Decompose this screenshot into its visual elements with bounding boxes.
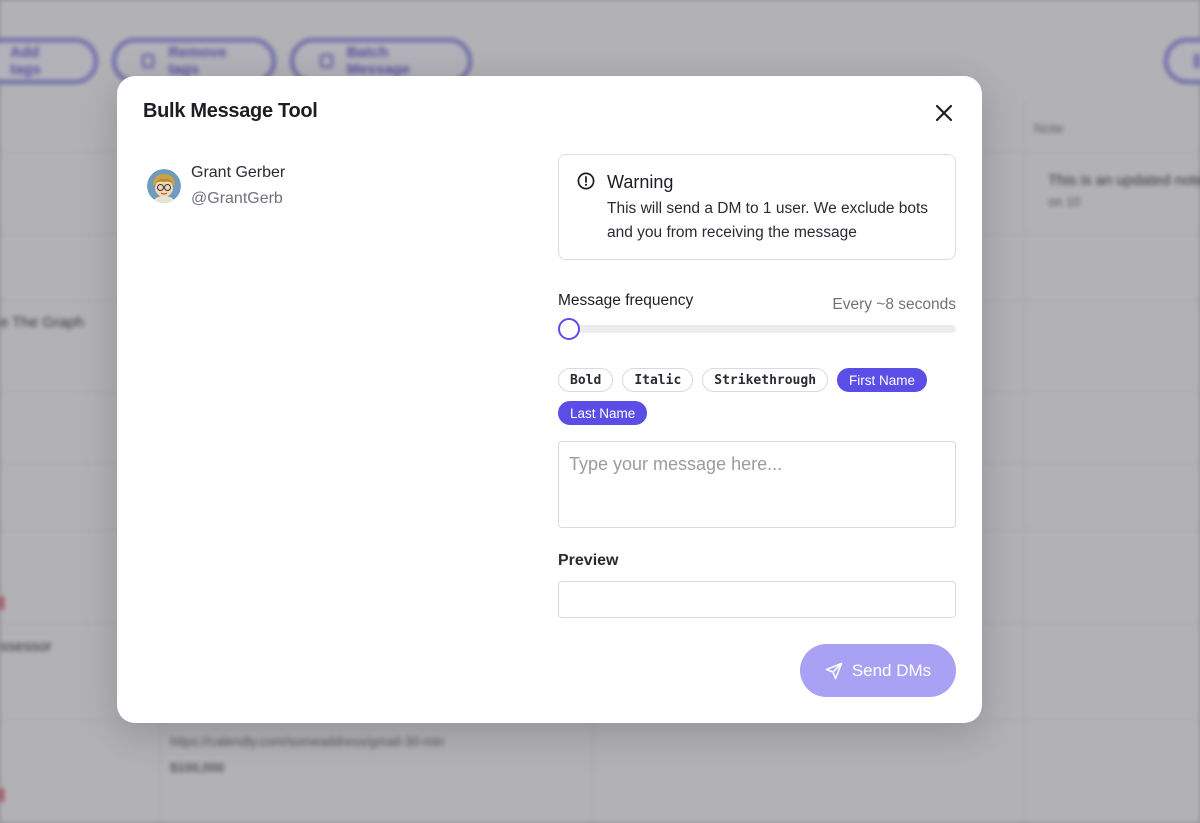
close-button[interactable]	[933, 102, 955, 124]
frequency-value: Every ~8 seconds	[832, 296, 956, 313]
chip-last-name[interactable]: Last Name	[558, 401, 648, 425]
slider-thumb[interactable]	[558, 318, 580, 340]
send-dms-button[interactable]: Send DMs	[800, 644, 956, 697]
chip-bold[interactable]: Bold	[558, 368, 614, 392]
warning-icon	[577, 172, 595, 190]
chip-italic[interactable]: Italic	[622, 368, 694, 392]
user-name: Grant Gerber	[191, 164, 286, 181]
bulk-message-modal: Bulk Message Tool Grant Gerber @GrantGer…	[117, 76, 982, 723]
warning-title: Warning	[607, 172, 674, 192]
warning-body: This will send a DM to 1 user. We exclud…	[607, 200, 929, 241]
formatting-chips: Bold Italic Strikethrough First Name Last Na…	[558, 368, 956, 425]
modal-title: Bulk Message Tool	[143, 100, 318, 122]
chip-strikethrough[interactable]: Strikethrough	[702, 368, 829, 392]
warning-box: Warning This will send a DM to 1 user. W…	[558, 154, 956, 260]
user-handle: @GrantGerb	[191, 190, 283, 207]
send-icon	[825, 662, 843, 680]
frequency-slider[interactable]	[558, 318, 956, 340]
close-icon	[935, 104, 953, 122]
slider-track	[558, 325, 956, 333]
preview-output	[558, 581, 956, 618]
message-input[interactable]	[558, 441, 956, 528]
send-dms-label: Send DMs	[851, 660, 932, 680]
recipient-user: Grant Gerber @GrantGerb	[147, 162, 285, 210]
preview-label: Preview	[558, 552, 619, 569]
frequency-label: Message frequency	[558, 292, 694, 309]
avatar	[147, 169, 181, 203]
chip-first-name[interactable]: First Name	[837, 368, 928, 392]
